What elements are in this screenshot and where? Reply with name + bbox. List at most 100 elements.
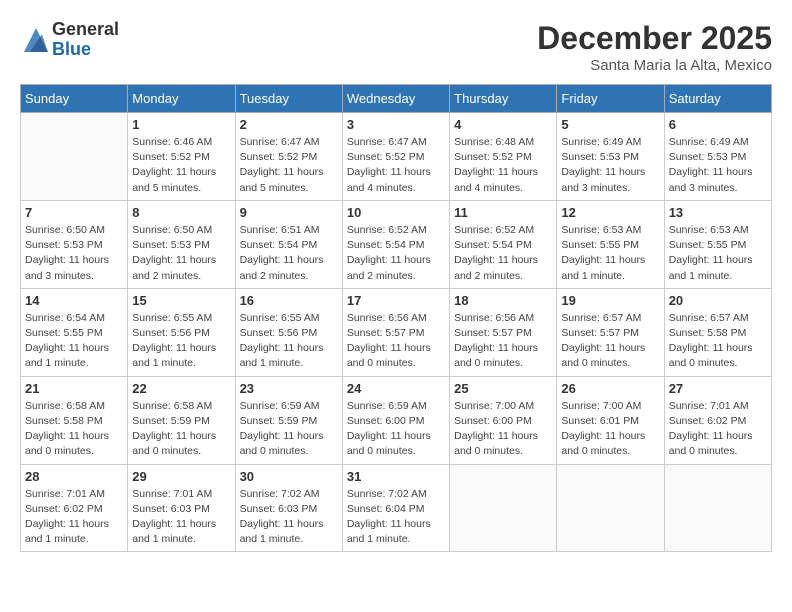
day-info: Sunrise: 6:49 AMSunset: 5:53 PMDaylight:… (669, 135, 767, 196)
calendar-cell: 4Sunrise: 6:48 AMSunset: 5:52 PMDaylight… (450, 113, 557, 201)
day-info: Sunrise: 6:50 AMSunset: 5:53 PMDaylight:… (132, 223, 230, 284)
day-info: Sunrise: 6:47 AMSunset: 5:52 PMDaylight:… (347, 135, 445, 196)
day-number: 10 (347, 205, 445, 220)
day-number: 22 (132, 381, 230, 396)
week-row-2: 7Sunrise: 6:50 AMSunset: 5:53 PMDaylight… (21, 200, 772, 288)
calendar-cell: 16Sunrise: 6:55 AMSunset: 5:56 PMDayligh… (235, 288, 342, 376)
calendar-cell: 12 Sunrise: 6:53 AMSunset: 5:55 PMDayligh… (557, 200, 664, 288)
calendar-cell: 10 Sunrise: 6:52 AMSunset: 5:54 PMDayligh… (342, 200, 449, 288)
calendar-cell: 24 Sunrise: 6:59 AMSunset: 6:00 PMDayligh… (342, 376, 449, 464)
week-row-3: 14 Sunrise: 6:54 AMSunset: 5:55 PMDayligh… (21, 288, 772, 376)
day-info: Sunrise: 6:51 AMSunset: 5:54 PMDaylight:… (240, 223, 338, 284)
title-block: December 2025 Santa Maria la Alta, Mexic… (537, 20, 772, 74)
calendar-cell: 21 Sunrise: 6:58 AMSunset: 5:58 PMDayligh… (21, 376, 128, 464)
day-info: Sunrise: 6:59 AMSunset: 5:59 PMDaylight:… (240, 399, 338, 460)
day-number: 30 (240, 469, 338, 484)
day-number: 20 (669, 293, 767, 308)
day-info: Sunrise: 6:55 AMSunset: 5:56 PMDaylight:… (240, 311, 338, 372)
day-number: 27 (669, 381, 767, 396)
month-title: December 2025 (537, 20, 772, 57)
day-info: Sunrise: 6:55 AMSunset: 5:56 PMDaylight:… (132, 311, 230, 372)
week-row-1: 1Sunrise: 6:46 AMSunset: 5:52 PMDaylight… (21, 113, 772, 201)
day-number: 23 (240, 381, 338, 396)
calendar-cell: 1Sunrise: 6:46 AMSunset: 5:52 PMDaylight… (128, 113, 235, 201)
day-info: Sunrise: 6:56 AMSunset: 5:57 PMDaylight:… (454, 311, 552, 372)
weekday-header-wednesday: Wednesday (342, 85, 449, 113)
calendar-cell (450, 464, 557, 552)
day-info: Sunrise: 6:56 AMSunset: 5:57 PMDaylight:… (347, 311, 445, 372)
weekday-header-sunday: Sunday (21, 85, 128, 113)
day-number: 11 (454, 205, 552, 220)
day-number: 8 (132, 205, 230, 220)
day-number: 13 (669, 205, 767, 220)
day-number: 3 (347, 117, 445, 132)
day-info: Sunrise: 6:58 AMSunset: 5:58 PMDaylight:… (25, 399, 123, 460)
logo-text: General Blue (52, 20, 119, 60)
weekday-header-saturday: Saturday (664, 85, 771, 113)
day-number: 18 (454, 293, 552, 308)
calendar-cell (664, 464, 771, 552)
day-number: 14 (25, 293, 123, 308)
day-info: Sunrise: 6:49 AMSunset: 5:53 PMDaylight:… (561, 135, 659, 196)
calendar-table: SundayMondayTuesdayWednesdayThursdayFrid… (20, 84, 772, 552)
day-info: Sunrise: 6:48 AMSunset: 5:52 PMDaylight:… (454, 135, 552, 196)
day-info: Sunrise: 6:53 AMSunset: 5:55 PMDaylight:… (561, 223, 659, 284)
location: Santa Maria la Alta, Mexico (537, 57, 772, 74)
day-number: 31 (347, 469, 445, 484)
day-number: 24 (347, 381, 445, 396)
day-info: Sunrise: 7:00 AMSunset: 6:01 PMDaylight:… (561, 399, 659, 460)
day-info: Sunrise: 7:01 AMSunset: 6:03 PMDaylight:… (132, 487, 230, 548)
calendar-cell: 18 Sunrise: 6:56 AMSunset: 5:57 PMDayligh… (450, 288, 557, 376)
calendar-cell: 31Sunrise: 7:02 AMSunset: 6:04 PMDayligh… (342, 464, 449, 552)
weekday-header-thursday: Thursday (450, 85, 557, 113)
calendar-cell (21, 113, 128, 201)
calendar-cell: 29 Sunrise: 7:01 AMSunset: 6:03 PMDayligh… (128, 464, 235, 552)
calendar-cell: 2Sunrise: 6:47 AMSunset: 5:52 PMDaylight… (235, 113, 342, 201)
calendar-cell: 19 Sunrise: 6:57 AMSunset: 5:57 PMDayligh… (557, 288, 664, 376)
day-number: 21 (25, 381, 123, 396)
day-info: Sunrise: 7:01 AMSunset: 6:02 PMDaylight:… (669, 399, 767, 460)
day-info: Sunrise: 6:57 AMSunset: 5:57 PMDaylight:… (561, 311, 659, 372)
day-number: 26 (561, 381, 659, 396)
weekday-header-friday: Friday (557, 85, 664, 113)
day-info: Sunrise: 6:46 AMSunset: 5:52 PMDaylight:… (132, 135, 230, 196)
calendar-cell (557, 464, 664, 552)
calendar-cell: 7Sunrise: 6:50 AMSunset: 5:53 PMDaylight… (21, 200, 128, 288)
calendar-cell: 15 Sunrise: 6:55 AMSunset: 5:56 PMDayligh… (128, 288, 235, 376)
day-info: Sunrise: 6:58 AMSunset: 5:59 PMDaylight:… (132, 399, 230, 460)
day-info: Sunrise: 6:52 AMSunset: 5:54 PMDaylight:… (347, 223, 445, 284)
day-info: Sunrise: 6:52 AMSunset: 5:54 PMDaylight:… (454, 223, 552, 284)
calendar-cell: 27 Sunrise: 7:01 AMSunset: 6:02 PMDayligh… (664, 376, 771, 464)
week-row-4: 21 Sunrise: 6:58 AMSunset: 5:58 PMDayligh… (21, 376, 772, 464)
calendar-cell: 28Sunrise: 7:01 AMSunset: 6:02 PMDayligh… (21, 464, 128, 552)
day-number: 15 (132, 293, 230, 308)
logo: General Blue (20, 20, 119, 60)
day-number: 19 (561, 293, 659, 308)
day-number: 12 (561, 205, 659, 220)
calendar-cell: 20Sunrise: 6:57 AMSunset: 5:58 PMDayligh… (664, 288, 771, 376)
week-row-5: 28Sunrise: 7:01 AMSunset: 6:02 PMDayligh… (21, 464, 772, 552)
day-info: Sunrise: 7:02 AMSunset: 6:03 PMDaylight:… (240, 487, 338, 548)
day-number: 2 (240, 117, 338, 132)
calendar-cell: 8 Sunrise: 6:50 AMSunset: 5:53 PMDaylight… (128, 200, 235, 288)
calendar-cell: 5Sunrise: 6:49 AMSunset: 5:53 PMDaylight… (557, 113, 664, 201)
calendar-cell: 14 Sunrise: 6:54 AMSunset: 5:55 PMDayligh… (21, 288, 128, 376)
calendar-cell: 17Sunrise: 6:56 AMSunset: 5:57 PMDayligh… (342, 288, 449, 376)
calendar-cell: 3 Sunrise: 6:47 AMSunset: 5:52 PMDaylight… (342, 113, 449, 201)
day-number: 9 (240, 205, 338, 220)
day-info: Sunrise: 6:59 AMSunset: 6:00 PMDaylight:… (347, 399, 445, 460)
calendar-cell: 26 Sunrise: 7:00 AMSunset: 6:01 PMDayligh… (557, 376, 664, 464)
weekday-header-monday: Monday (128, 85, 235, 113)
calendar-cell: 30 Sunrise: 7:02 AMSunset: 6:03 PMDayligh… (235, 464, 342, 552)
day-number: 29 (132, 469, 230, 484)
day-info: Sunrise: 6:50 AMSunset: 5:53 PMDaylight:… (25, 223, 123, 284)
day-info: Sunrise: 7:01 AMSunset: 6:02 PMDaylight:… (25, 487, 123, 548)
day-number: 25 (454, 381, 552, 396)
day-info: Sunrise: 6:53 AMSunset: 5:55 PMDaylight:… (669, 223, 767, 284)
calendar-cell: 6Sunrise: 6:49 AMSunset: 5:53 PMDaylight… (664, 113, 771, 201)
calendar-cell: 9 Sunrise: 6:51 AMSunset: 5:54 PMDaylight… (235, 200, 342, 288)
logo-icon (20, 24, 52, 56)
weekday-header-row: SundayMondayTuesdayWednesdayThursdayFrid… (21, 85, 772, 113)
calendar-cell: 23 Sunrise: 6:59 AMSunset: 5:59 PMDayligh… (235, 376, 342, 464)
day-info: Sunrise: 6:54 AMSunset: 5:55 PMDaylight:… (25, 311, 123, 372)
